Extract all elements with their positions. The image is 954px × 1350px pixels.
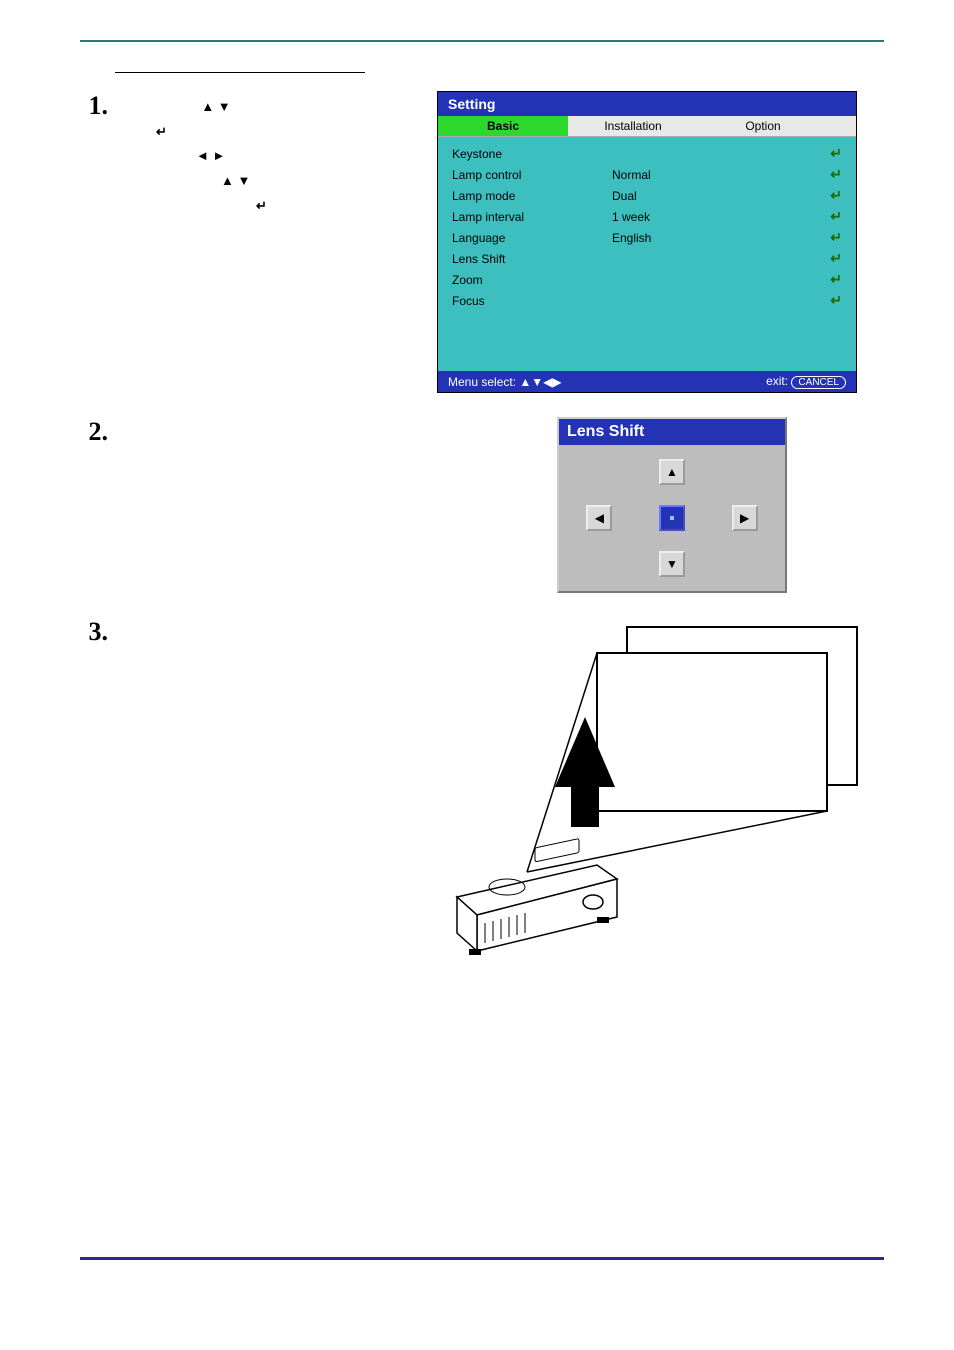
enter-icon: ↵ [830,271,842,288]
lens-down-button[interactable]: ▼ [659,551,685,577]
top-rule [80,40,884,42]
menu-item: Lamp controlNormal↵ [438,164,856,185]
lens-shift-dialog: Lens Shift ▲ ◀ ▶ ▼ [557,417,787,593]
menu-item: Zoom↵ [438,269,856,290]
menu-title: Setting [438,92,856,116]
step-1-number: 1. [80,91,108,121]
menu-footer: Menu select: ▲▼◀▶ exit: CANCEL [438,371,856,392]
tab-option[interactable]: Option [698,116,828,136]
arrows-up-down-icon: ▲ ▼ [201,99,230,114]
enter-icon: ↵ [830,208,842,225]
lens-right-button[interactable]: ▶ [732,505,758,531]
section-underline [115,72,365,73]
enter-icon: ↵ [830,229,842,246]
menu-item: Focus↵ [438,290,856,311]
enter-icon: ↵ [830,292,842,309]
step-3-number: 3. [80,617,108,647]
step-3-body [126,617,390,621]
enter-icon: ↵ [830,250,842,267]
lens-up-button[interactable]: ▲ [659,459,685,485]
enter-icon-2: ↵ [256,198,267,213]
tab-installation[interactable]: Installation [568,116,698,136]
setting-menu: Setting Basic Installation Option Keysto… [437,91,857,393]
menu-item: Lens Shift↵ [438,248,856,269]
enter-icon: ↵ [830,145,842,162]
lens-left-button[interactable]: ◀ [586,505,612,531]
step-2-number: 2. [80,417,108,447]
tab-spacer [828,116,856,136]
lens-center-button[interactable] [659,505,685,531]
menu-item: Lamp modeDual↵ [438,185,856,206]
arrows-left-right-icon: ◄ ► [196,148,225,163]
menu-item: Keystone↵ [438,143,856,164]
lens-shift-title: Lens Shift [559,419,785,445]
enter-icon: ↵ [830,187,842,204]
cancel-button[interactable]: CANCEL [791,376,846,389]
arrows-up-down-icon-2: ▲ ▼ [221,173,250,188]
enter-icon: ↵ [156,124,167,139]
menu-item: Lamp interval1 week↵ [438,206,856,227]
enter-icon: ↵ [830,166,842,183]
menu-footer-left: Menu select: ▲▼◀▶ [448,375,562,389]
menu-item: LanguageEnglish↵ [438,227,856,248]
tab-basic[interactable]: Basic [438,116,568,136]
step-2-body [126,417,390,421]
bottom-rule [80,1257,884,1260]
menu-footer-exit: exit: [766,374,788,388]
menu-tabs: Basic Installation Option [438,116,856,137]
menu-body: Keystone↵ Lamp controlNormal↵ Lamp modeD… [438,137,856,371]
step-1-body: ▲ ▼ ↵ ◄ ► ▲ ▼ ↵ [126,91,390,218]
projector-illustration [417,617,877,977]
